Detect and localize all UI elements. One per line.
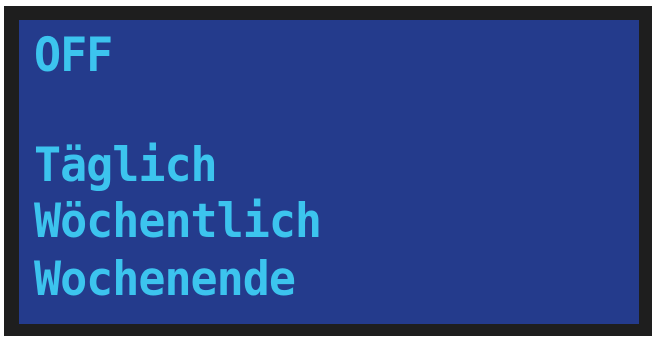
status-text-off: OFF	[34, 26, 113, 83]
device-frame: OFF Täglich Wöchentlich Wochenende	[4, 6, 652, 336]
lcd-display: OFF Täglich Wöchentlich Wochenende	[19, 20, 639, 324]
option-weekly[interactable]: Wöchentlich	[34, 194, 322, 248]
option-daily[interactable]: Täglich	[34, 138, 218, 192]
option-weekend[interactable]: Wochenende	[34, 252, 296, 306]
